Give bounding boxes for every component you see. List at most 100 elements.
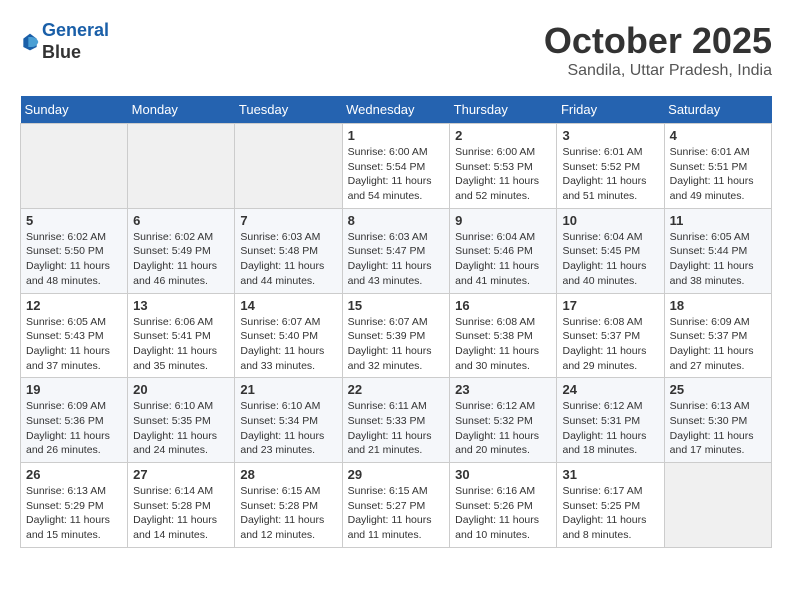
day-info: Sunrise: 6:15 AM Sunset: 5:27 PM Dayligh… <box>348 484 445 543</box>
week-row-2: 5Sunrise: 6:02 AM Sunset: 5:50 PM Daylig… <box>21 208 772 293</box>
calendar-cell: 24 Sunrise: 6:12 AM Sunset: 5:31 PM Dayli… <box>557 378 664 463</box>
weekday-header-saturday: Saturday <box>664 96 771 124</box>
calendar-cell: 9 Sunrise: 6:04 AM Sunset: 5:46 PM Daylig… <box>450 208 557 293</box>
calendar-cell: 23 Sunrise: 6:12 AM Sunset: 5:32 PM Dayli… <box>450 378 557 463</box>
day-info: Sunrise: 6:16 AM Sunset: 5:26 PM Dayligh… <box>455 484 551 543</box>
calendar-cell: 3 Sunrise: 6:01 AM Sunset: 5:52 PM Daylig… <box>557 124 664 209</box>
calendar-cell: 7 Sunrise: 6:03 AM Sunset: 5:48 PM Daylig… <box>235 208 342 293</box>
day-info: Sunrise: 6:02 AM Sunset: 5:49 PM Dayligh… <box>133 230 229 289</box>
calendar-cell: 27 Sunrise: 6:14 AM Sunset: 5:28 PM Dayli… <box>128 463 235 548</box>
day-info: Sunrise: 6:14 AM Sunset: 5:28 PM Dayligh… <box>133 484 229 543</box>
calendar-cell: 30 Sunrise: 6:16 AM Sunset: 5:26 PM Dayli… <box>450 463 557 548</box>
calendar-cell: 22 Sunrise: 6:11 AM Sunset: 5:33 PM Dayli… <box>342 378 450 463</box>
day-number: 26 <box>26 467 122 482</box>
day-info: Sunrise: 6:04 AM Sunset: 5:45 PM Dayligh… <box>562 230 658 289</box>
day-info: Sunrise: 6:10 AM Sunset: 5:35 PM Dayligh… <box>133 399 229 458</box>
day-info: Sunrise: 6:01 AM Sunset: 5:51 PM Dayligh… <box>670 145 766 204</box>
day-number: 8 <box>348 213 445 228</box>
calendar-cell: 19 Sunrise: 6:09 AM Sunset: 5:36 PM Dayli… <box>21 378 128 463</box>
weekday-header-tuesday: Tuesday <box>235 96 342 124</box>
day-info: Sunrise: 6:02 AM Sunset: 5:50 PM Dayligh… <box>26 230 122 289</box>
day-info: Sunrise: 6:08 AM Sunset: 5:38 PM Dayligh… <box>455 315 551 374</box>
day-number: 25 <box>670 382 766 397</box>
logo-line1: General <box>42 20 109 40</box>
day-number: 15 <box>348 298 445 313</box>
weekday-header-thursday: Thursday <box>450 96 557 124</box>
day-info: Sunrise: 6:05 AM Sunset: 5:43 PM Dayligh… <box>26 315 122 374</box>
calendar-table: SundayMondayTuesdayWednesdayThursdayFrid… <box>20 96 772 548</box>
day-info: Sunrise: 6:03 AM Sunset: 5:47 PM Dayligh… <box>348 230 445 289</box>
calendar-cell: 18Sunrise: 6:09 AM Sunset: 5:37 PM Dayli… <box>664 293 771 378</box>
day-info: Sunrise: 6:12 AM Sunset: 5:31 PM Dayligh… <box>562 399 658 458</box>
day-number: 20 <box>133 382 229 397</box>
weekday-header-row: SundayMondayTuesdayWednesdayThursdayFrid… <box>21 96 772 124</box>
day-info: Sunrise: 6:07 AM Sunset: 5:39 PM Dayligh… <box>348 315 445 374</box>
day-info: Sunrise: 6:01 AM Sunset: 5:52 PM Dayligh… <box>562 145 658 204</box>
day-number: 17 <box>562 298 658 313</box>
calendar-cell <box>235 124 342 209</box>
day-number: 19 <box>26 382 122 397</box>
day-number: 18 <box>670 298 766 313</box>
calendar-cell: 2 Sunrise: 6:00 AM Sunset: 5:53 PM Daylig… <box>450 124 557 209</box>
page-header: General Blue October 2025 Sandila, Uttar… <box>20 20 772 80</box>
calendar-cell: 4Sunrise: 6:01 AM Sunset: 5:51 PM Daylig… <box>664 124 771 209</box>
weekday-header-wednesday: Wednesday <box>342 96 450 124</box>
day-number: 24 <box>562 382 658 397</box>
calendar-cell <box>128 124 235 209</box>
calendar-cell: 10 Sunrise: 6:04 AM Sunset: 5:45 PM Dayli… <box>557 208 664 293</box>
calendar-cell: 26 Sunrise: 6:13 AM Sunset: 5:29 PM Dayli… <box>21 463 128 548</box>
calendar-cell <box>21 124 128 209</box>
day-info: Sunrise: 6:10 AM Sunset: 5:34 PM Dayligh… <box>240 399 336 458</box>
logo-icon <box>20 32 40 52</box>
calendar-cell: 11 Sunrise: 6:05 AM Sunset: 5:44 PM Dayli… <box>664 208 771 293</box>
day-info: Sunrise: 6:09 AM Sunset: 5:36 PM Dayligh… <box>26 399 122 458</box>
calendar-cell: 21 Sunrise: 6:10 AM Sunset: 5:34 PM Dayli… <box>235 378 342 463</box>
calendar-cell <box>664 463 771 548</box>
day-number: 31 <box>562 467 658 482</box>
calendar-cell: 8 Sunrise: 6:03 AM Sunset: 5:47 PM Daylig… <box>342 208 450 293</box>
day-number: 7 <box>240 213 336 228</box>
title-block: October 2025 Sandila, Uttar Pradesh, Ind… <box>544 20 772 80</box>
day-number: 30 <box>455 467 551 482</box>
day-number: 6 <box>133 213 229 228</box>
day-info: Sunrise: 6:17 AM Sunset: 5:25 PM Dayligh… <box>562 484 658 543</box>
logo: General Blue <box>20 20 109 63</box>
weekday-header-monday: Monday <box>128 96 235 124</box>
day-info: Sunrise: 6:00 AM Sunset: 5:54 PM Dayligh… <box>348 145 445 204</box>
calendar-cell: 14 Sunrise: 6:07 AM Sunset: 5:40 PM Dayli… <box>235 293 342 378</box>
day-info: Sunrise: 6:13 AM Sunset: 5:29 PM Dayligh… <box>26 484 122 543</box>
weekday-header-sunday: Sunday <box>21 96 128 124</box>
day-info: Sunrise: 6:04 AM Sunset: 5:46 PM Dayligh… <box>455 230 551 289</box>
day-number: 11 <box>670 213 766 228</box>
day-info: Sunrise: 6:07 AM Sunset: 5:40 PM Dayligh… <box>240 315 336 374</box>
calendar-cell: 16Sunrise: 6:08 AM Sunset: 5:38 PM Dayli… <box>450 293 557 378</box>
day-info: Sunrise: 6:15 AM Sunset: 5:28 PM Dayligh… <box>240 484 336 543</box>
day-info: Sunrise: 6:11 AM Sunset: 5:33 PM Dayligh… <box>348 399 445 458</box>
day-number: 14 <box>240 298 336 313</box>
day-number: 29 <box>348 467 445 482</box>
week-row-1: 1 Sunrise: 6:00 AM Sunset: 5:54 PM Daylig… <box>21 124 772 209</box>
day-number: 2 <box>455 128 551 143</box>
calendar-cell: 31 Sunrise: 6:17 AM Sunset: 5:25 PM Dayli… <box>557 463 664 548</box>
day-number: 23 <box>455 382 551 397</box>
day-info: Sunrise: 6:05 AM Sunset: 5:44 PM Dayligh… <box>670 230 766 289</box>
calendar-cell: 25Sunrise: 6:13 AM Sunset: 5:30 PM Dayli… <box>664 378 771 463</box>
calendar-cell: 15 Sunrise: 6:07 AM Sunset: 5:39 PM Dayli… <box>342 293 450 378</box>
day-info: Sunrise: 6:03 AM Sunset: 5:48 PM Dayligh… <box>240 230 336 289</box>
calendar-cell: 6 Sunrise: 6:02 AM Sunset: 5:49 PM Daylig… <box>128 208 235 293</box>
calendar-cell: 13Sunrise: 6:06 AM Sunset: 5:41 PM Dayli… <box>128 293 235 378</box>
calendar-cell: 20 Sunrise: 6:10 AM Sunset: 5:35 PM Dayli… <box>128 378 235 463</box>
day-number: 21 <box>240 382 336 397</box>
day-number: 27 <box>133 467 229 482</box>
day-info: Sunrise: 6:12 AM Sunset: 5:32 PM Dayligh… <box>455 399 551 458</box>
day-number: 9 <box>455 213 551 228</box>
day-number: 1 <box>348 128 445 143</box>
calendar-cell: 29 Sunrise: 6:15 AM Sunset: 5:27 PM Dayli… <box>342 463 450 548</box>
day-info: Sunrise: 6:00 AM Sunset: 5:53 PM Dayligh… <box>455 145 551 204</box>
day-number: 10 <box>562 213 658 228</box>
week-row-3: 12Sunrise: 6:05 AM Sunset: 5:43 PM Dayli… <box>21 293 772 378</box>
day-number: 22 <box>348 382 445 397</box>
day-number: 3 <box>562 128 658 143</box>
week-row-4: 19 Sunrise: 6:09 AM Sunset: 5:36 PM Dayli… <box>21 378 772 463</box>
day-number: 13 <box>133 298 229 313</box>
